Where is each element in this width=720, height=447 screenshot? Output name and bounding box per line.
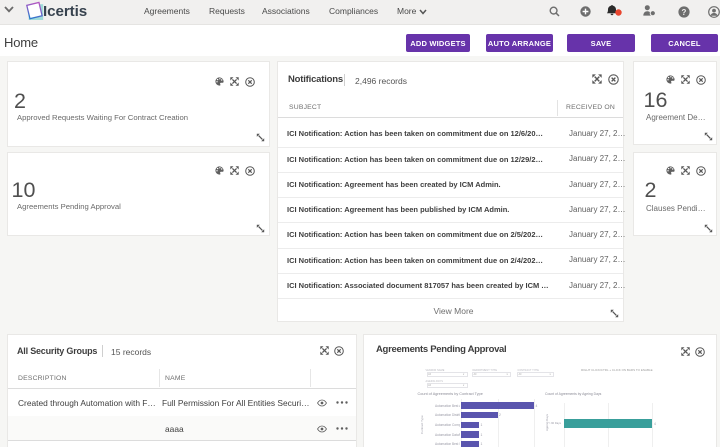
svg-text:?: ? [682, 8, 687, 17]
